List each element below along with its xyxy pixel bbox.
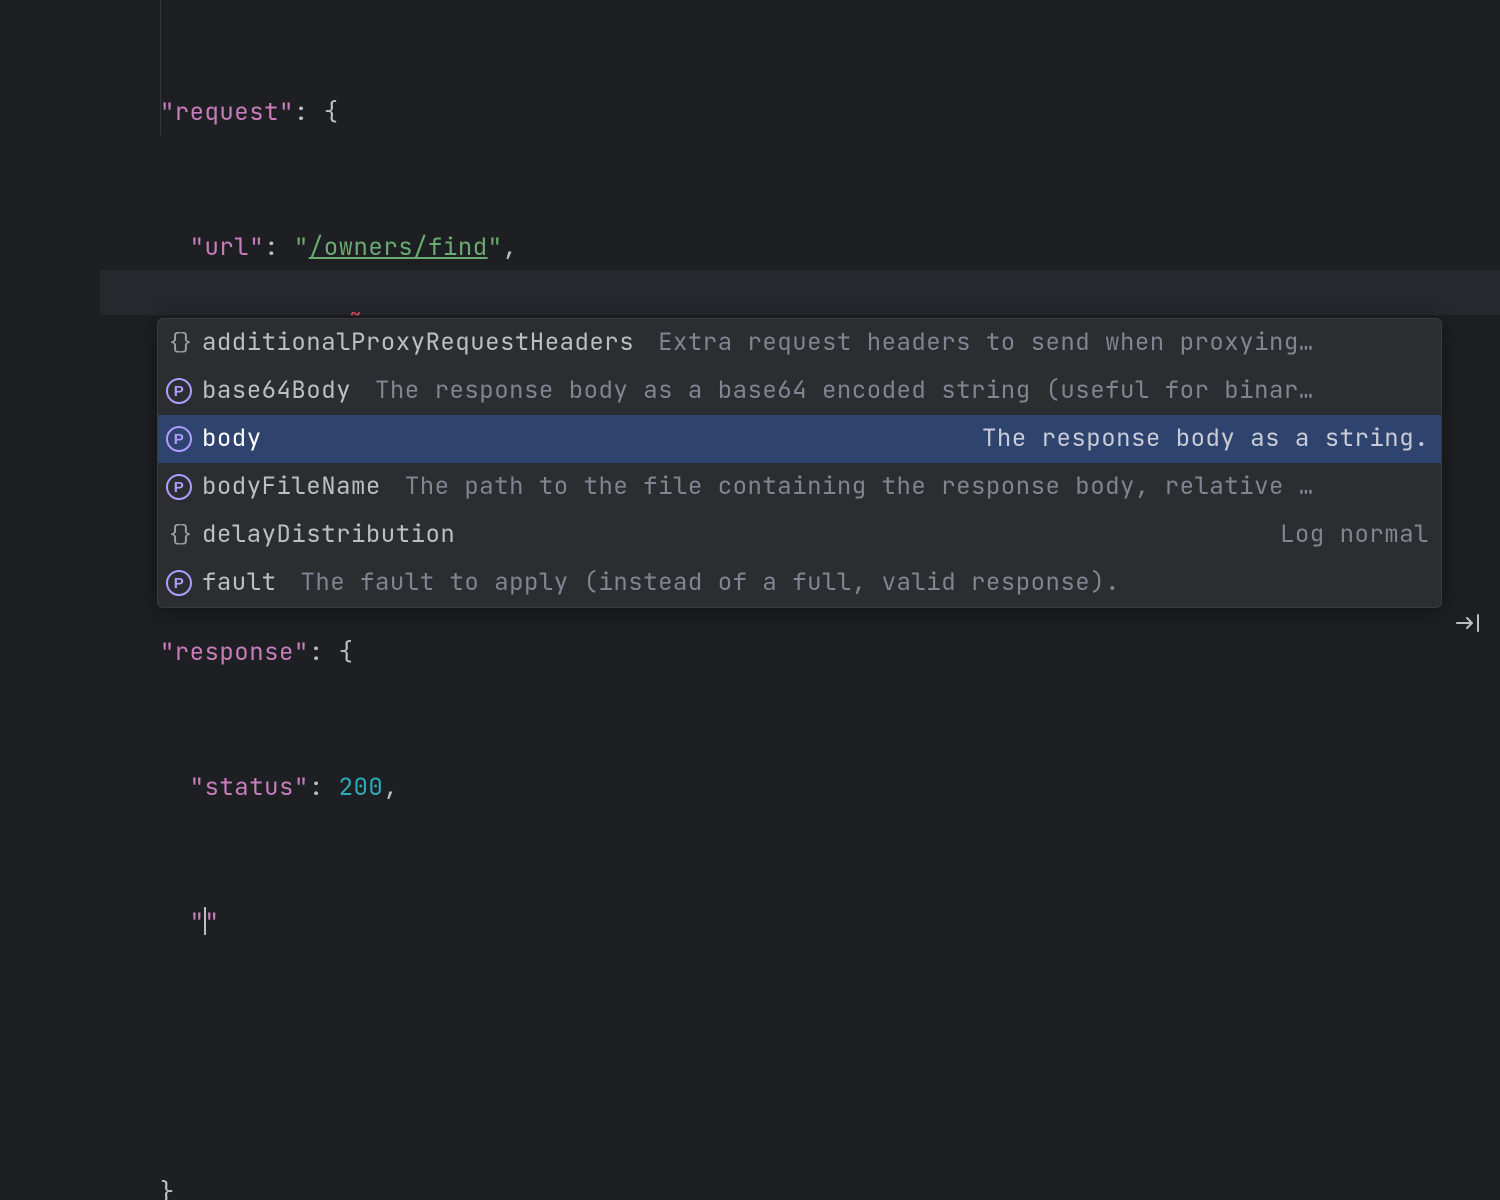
autocomplete-popup[interactable]: {} additionalProxyRequestHeaders Extra req…: [157, 318, 1442, 608]
braces-icon: {}: [166, 330, 192, 356]
json-key: "status": [190, 772, 309, 803]
autocomplete-description: Extra request headers to send when proxy…: [658, 319, 1429, 367]
json-key: "request": [160, 97, 294, 128]
url-link[interactable]: /owners/find: [309, 232, 488, 263]
autocomplete-label: additionalProxyRequestHeaders: [202, 319, 634, 367]
text-caret: [204, 907, 206, 935]
autocomplete-item-body[interactable]: Pbody The response body as a string.: [158, 415, 1441, 463]
autocomplete-description: The path to the file containing the resp…: [405, 463, 1429, 511]
autocomplete-description: The response body as a string.: [286, 415, 1429, 463]
json-key: "response": [160, 637, 309, 668]
autocomplete-item-base64Body[interactable]: Pbase64Body The response body as a base64…: [158, 367, 1441, 415]
autocomplete-label: delayDistribution: [202, 511, 455, 559]
property-icon: P: [166, 378, 192, 404]
code-line: "response": {: [130, 630, 1500, 675]
tab-indent-icon[interactable]: [1394, 558, 1482, 693]
code-line: "request": {: [130, 90, 1500, 135]
property-icon: P: [166, 474, 192, 500]
code-editor[interactable]: "request": { "url": "/owners/find", "met…: [0, 0, 1500, 600]
code-line: "status": 200,: [130, 765, 1500, 810]
autocomplete-item-bodyFileName[interactable]: PbodyFileName The path to the file contai…: [158, 463, 1441, 511]
autocomplete-item-additionalProxyRequestHeaders[interactable]: {} additionalProxyRequestHeaders Extra req…: [158, 319, 1441, 367]
code-line: "url": "/owners/find",: [130, 225, 1500, 270]
code-line: "": [130, 900, 1500, 945]
braces-icon: {}: [166, 522, 192, 548]
autocomplete-label: bodyFileName: [202, 463, 381, 511]
gutter: [0, 0, 100, 600]
code-line: }: [130, 1170, 1500, 1200]
autocomplete-description: The response body as a base64 encoded st…: [375, 367, 1429, 415]
autocomplete-description: Log normal: [479, 511, 1429, 559]
json-key: "url": [190, 232, 265, 263]
autocomplete-item-delayDistribution[interactable]: {} delayDistribution Log normal: [158, 511, 1441, 559]
property-icon: P: [166, 426, 192, 452]
autocomplete-label: base64Body: [202, 367, 351, 415]
autocomplete-label: body: [202, 415, 262, 463]
property-icon: P: [166, 570, 192, 596]
code-line: [130, 1035, 1500, 1080]
